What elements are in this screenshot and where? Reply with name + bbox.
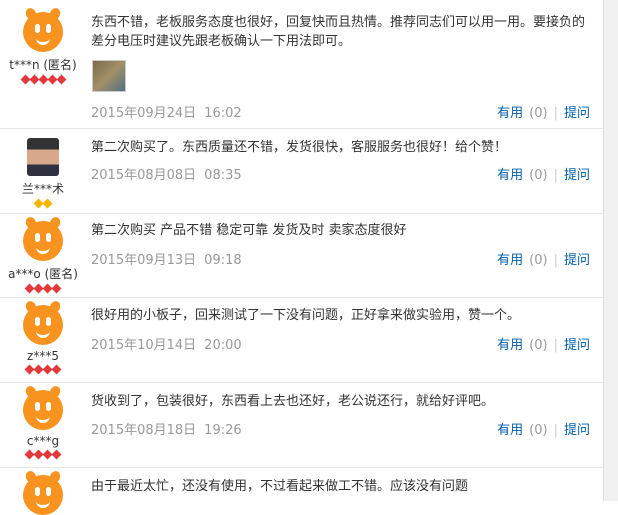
- useful-button[interactable]: 有用: [497, 168, 523, 183]
- reviewer-name: z***5: [27, 349, 59, 363]
- ask-question-link[interactable]: 提问: [564, 338, 590, 353]
- reviewer-info: a***o (匿名): [0, 213, 86, 296]
- review-item: c***g 货收到了，包装很好，东西看上去也还好，老公说还行，就给好评吧。 20…: [0, 382, 604, 468]
- review-date: 2015年09月24日 16:02: [91, 106, 242, 121]
- scrollbar[interactable]: [603, 0, 618, 501]
- avatar[interactable]: [23, 215, 63, 261]
- review-item: z***5 很好用的小板子，回来测试了一下没有问题，正好拿来做实验用，赞一个。 …: [0, 297, 604, 383]
- review-actions: 有用 (0) | 提问: [497, 423, 590, 438]
- review-item: a***o (匿名) 第二次购买 产品不错 稳定可靠 发货及时 卖家态度很好 2…: [0, 213, 604, 298]
- avatar[interactable]: [23, 384, 63, 430]
- reviewer-name: a***o (匿名): [8, 267, 78, 281]
- reviewer-name: c***g: [26, 434, 60, 448]
- reviewer-name: t***n (匿名): [9, 58, 77, 72]
- review-item: t***n (匿名) 东西不错，老板服务态度也很好，回复快而且热情。推荐同志们可…: [0, 0, 604, 129]
- useful-count: (0): [529, 106, 548, 121]
- avatar[interactable]: [23, 469, 63, 515]
- reviewer-level-badge: [0, 198, 86, 211]
- review-text: 由于最近太忙，还没有使用，不过看起来做工不错。应该没有问题: [91, 479, 469, 494]
- review-text: 第二次购买 产品不错 稳定可靠 发货及时 卖家态度很好: [91, 223, 407, 238]
- avatar[interactable]: [27, 138, 59, 176]
- review-photo-thumbnail[interactable]: [92, 60, 126, 92]
- reviewer-info: c***g: [0, 382, 86, 462]
- review-text: 东西不错，老板服务态度也很好，回复快而且热情。推荐同志们可以用一用。要接负的差分…: [91, 15, 586, 49]
- review-date: 2015年09月13日 09:18: [91, 253, 242, 268]
- useful-button[interactable]: 有用: [497, 423, 523, 438]
- reviewer-level-badge: [0, 364, 86, 377]
- useful-button[interactable]: 有用: [497, 106, 523, 121]
- ask-question-link[interactable]: 提问: [564, 168, 590, 183]
- review-date: 2015年10月14日 20:00: [91, 338, 242, 353]
- avatar[interactable]: [23, 299, 63, 345]
- review-actions: 有用 (0) | 提问: [497, 338, 590, 353]
- review-date: 2015年08月18日 19:26: [91, 423, 242, 438]
- useful-count: (0): [529, 253, 548, 268]
- reviewer-info: [0, 467, 86, 515]
- useful-count: (0): [529, 168, 548, 183]
- review-text: 货收到了，包装很好，东西看上去也还好，老公说还行，就给好评吧。: [91, 394, 495, 409]
- ask-question-link[interactable]: 提问: [564, 106, 590, 121]
- review-item: 兰***术 第二次购买了。东西质量还不错，发货很快，客服服务也很好！给个赞！ 2…: [0, 128, 604, 214]
- ask-question-link[interactable]: 提问: [564, 423, 590, 438]
- reviewer-name: 兰***术: [21, 182, 64, 196]
- avatar[interactable]: [23, 6, 63, 52]
- reviewer-info: z***5: [0, 297, 86, 377]
- useful-count: (0): [529, 423, 548, 438]
- reviewer-level-badge: [0, 449, 86, 462]
- review-text: 第二次购买了。东西质量还不错，发货很快，客服服务也很好！给个赞！: [91, 140, 508, 155]
- review-actions: 有用 (0) | 提问: [497, 168, 590, 183]
- review-text: 很好用的小板子，回来测试了一下没有问题，正好拿来做实验用，赞一个。: [91, 308, 521, 323]
- reviewer-level-badge: [0, 283, 86, 296]
- reviewer-info: t***n (匿名): [0, 0, 86, 87]
- review-date: 2015年08月08日 08:35: [91, 168, 242, 183]
- review-item: 由于最近太忙，还没有使用，不过看起来做工不错。应该没有问题: [0, 467, 604, 515]
- useful-button[interactable]: 有用: [497, 338, 523, 353]
- review-actions: 有用 (0) | 提问: [497, 253, 590, 268]
- review-list: t***n (匿名) 东西不错，老板服务态度也很好，回复快而且热情。推荐同志们可…: [0, 0, 618, 515]
- useful-button[interactable]: 有用: [497, 253, 523, 268]
- review-actions: 有用 (0) | 提问: [497, 106, 590, 121]
- ask-question-link[interactable]: 提问: [564, 253, 590, 268]
- useful-count: (0): [529, 338, 548, 353]
- reviewer-level-badge: [0, 74, 86, 87]
- reviewer-info: 兰***术: [0, 128, 86, 211]
